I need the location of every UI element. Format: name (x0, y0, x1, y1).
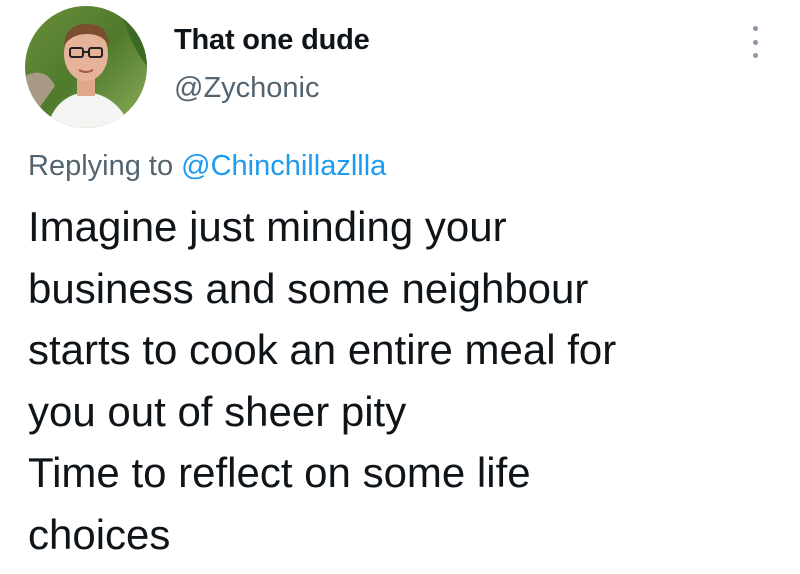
tweet-line: Imagine just minding your (28, 203, 507, 250)
reply-mention-link[interactable]: @Chinchillazllla (181, 150, 386, 182)
display-name[interactable]: That one dude (174, 24, 370, 57)
tweet-text: Imagine just minding your business and s… (28, 196, 788, 565)
tweet-line: you out of sheer pity (28, 387, 407, 435)
user-handle[interactable]: @Zychonic (174, 72, 319, 105)
replying-to-label: Replying to (28, 150, 182, 182)
menu-dot (752, 39, 758, 45)
replying-to: Replying to @Chinchillazllla (28, 150, 386, 183)
more-options-icon[interactable] (742, 22, 768, 62)
menu-dot (752, 26, 758, 31)
menu-dot (752, 53, 758, 58)
avatar-photo (25, 6, 147, 128)
tweet-line: Time to reflect on some life (28, 449, 531, 496)
tweet-line: starts to cook an entire meal for (28, 326, 617, 373)
tweet-line: choices (28, 510, 171, 558)
avatar[interactable] (25, 6, 147, 128)
tweet-line: business and some neighbour (28, 264, 589, 312)
tweet-card: That one dude @Zychonic Replying to @Chi… (0, 0, 800, 574)
